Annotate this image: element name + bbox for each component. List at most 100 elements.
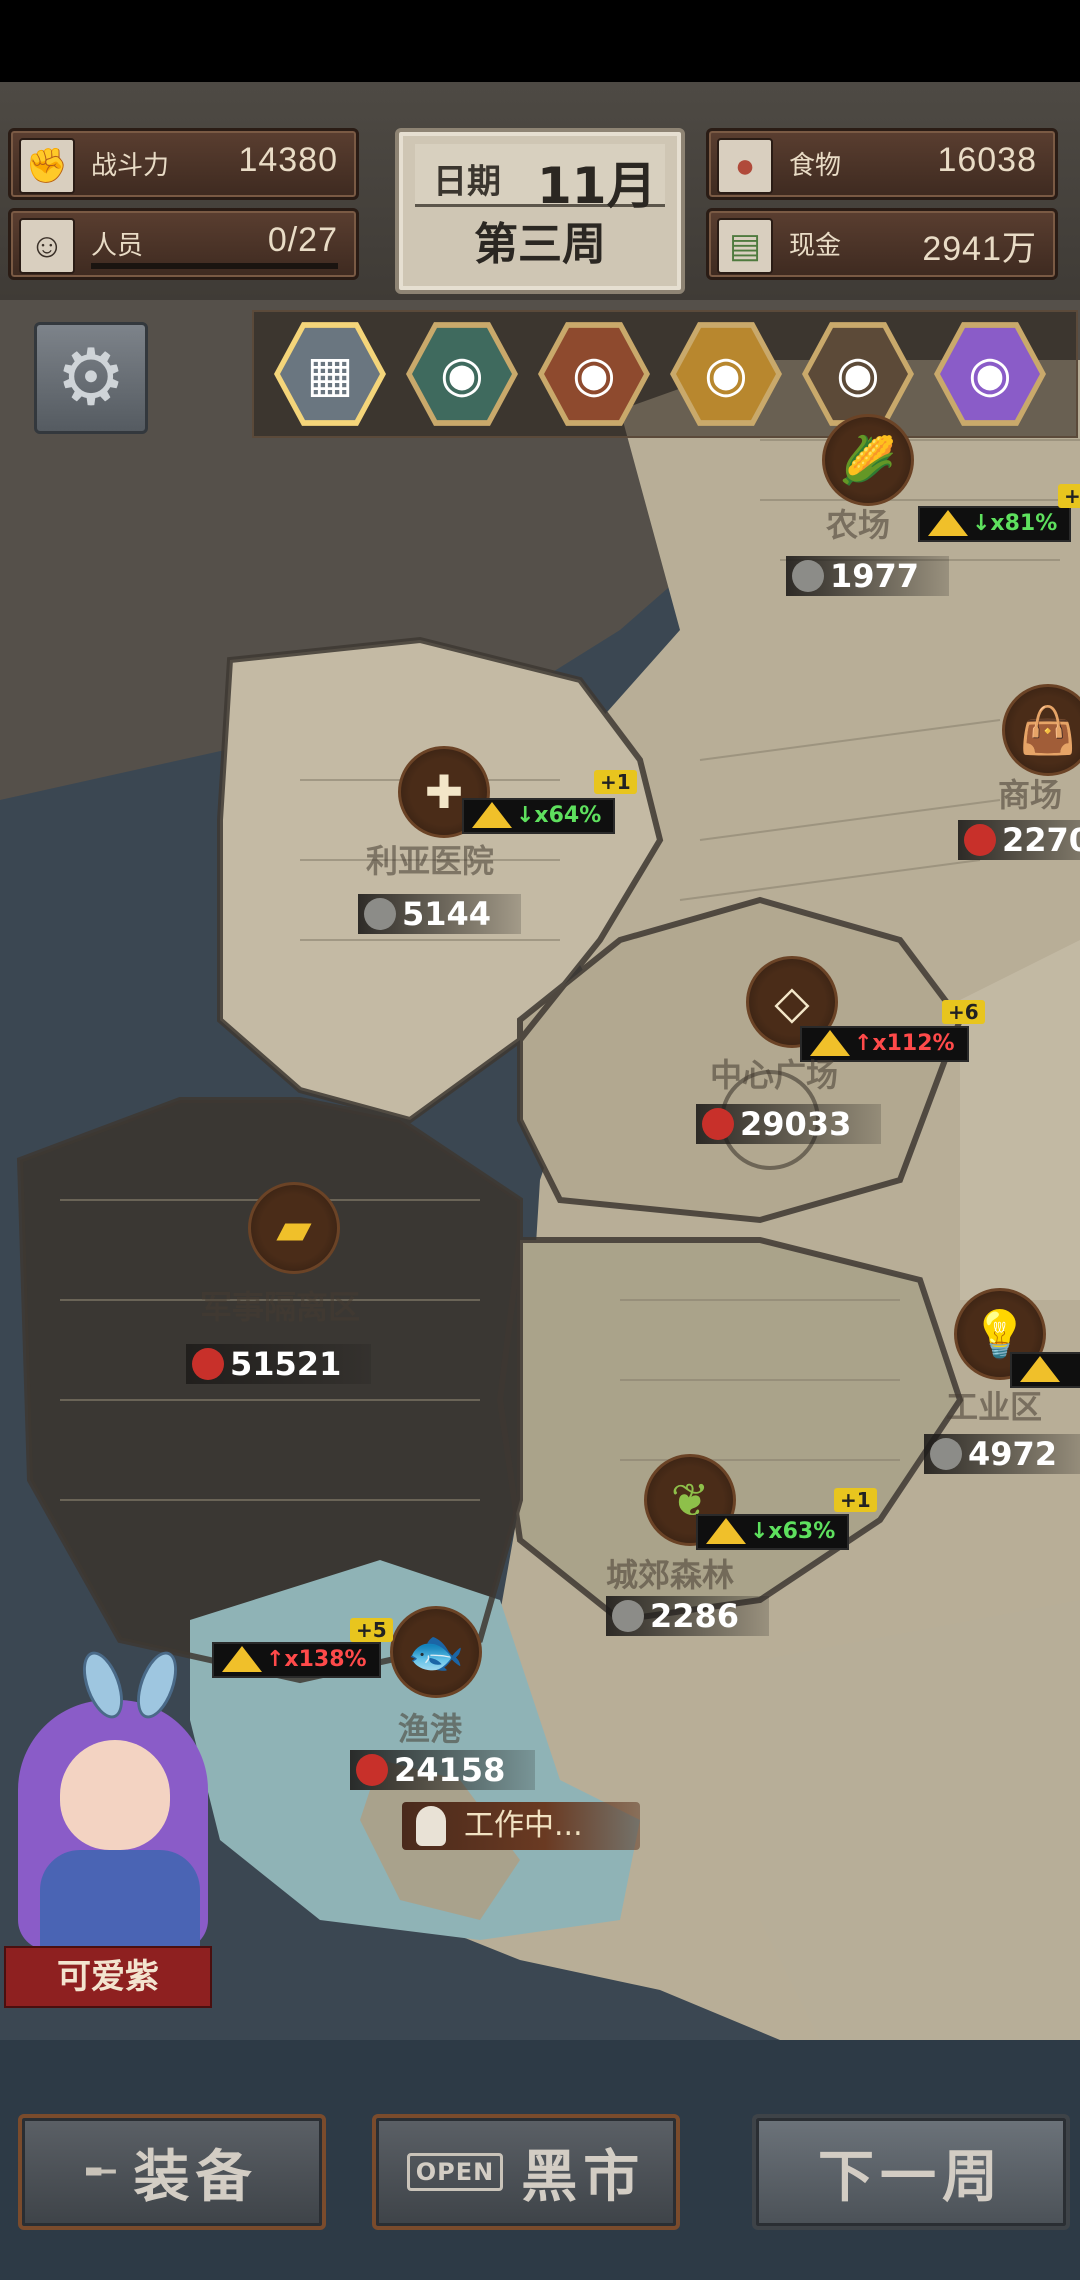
farm-danger-value: 1977 [786, 556, 950, 596]
military-danger-number: 51521 [230, 1345, 342, 1383]
character-base[interactable]: ▦ [274, 322, 386, 426]
building-icon: ▦ [280, 327, 380, 421]
medicine-bottle-icon: ✚ [424, 765, 464, 819]
military-danger-value: 51521 [186, 1344, 372, 1384]
farm-location-button[interactable]: 🌽 [822, 414, 914, 506]
bunny-ears-icon [75, 1646, 185, 1724]
military-location-button[interactable]: ▰ [248, 1182, 340, 1274]
combat-power-value: 14380 [238, 141, 338, 179]
fish-icon: 🐟 [407, 1624, 465, 1679]
companion-body [40, 1850, 200, 1950]
forest-plus-badge: +1 [834, 1488, 877, 1512]
hospital-trend-badge: ↓x64% [462, 798, 616, 834]
cash-panel: ▤ 现金 2941万 [706, 208, 1058, 280]
hospital-danger-value: 5144 [358, 894, 522, 934]
farm-danger-number: 1977 [830, 557, 920, 595]
month-value: 11月 [537, 157, 657, 215]
next-week-button[interactable]: 下一周 [752, 2114, 1070, 2230]
companion-name: 可爱紫 [4, 1946, 212, 2008]
hospital-danger-number: 5144 [402, 895, 492, 933]
person-icon: ☺ [19, 218, 75, 274]
staff-value: 0/27 [267, 221, 338, 259]
forest-name: 城郊森林 [606, 1556, 735, 1594]
harbor-trend-value: ↑x138% [266, 1647, 367, 1672]
farm-trend-value: ↓x81% [972, 511, 1058, 536]
equipment-button[interactable]: ╾ 装备 [18, 2114, 326, 2230]
hospital-trend-value: ↓x64% [516, 803, 602, 828]
working-status-badge: 工作中... [402, 1802, 640, 1850]
settings-button[interactable]: ⚙ [34, 322, 148, 434]
cash-value: 2941万 [922, 230, 1037, 268]
mall-danger-value: 2270 [958, 820, 1080, 860]
portrait-icon: ◉ [412, 327, 512, 421]
character-bar: ▦ ◉ ◉ ◉ ◉ ◉ [252, 310, 1078, 438]
military-name: 军事隔离区 [200, 1288, 361, 1326]
meat-icon: ● [717, 138, 773, 194]
forest-trend-value: ↓x63% [750, 1519, 836, 1544]
character-cap-boy[interactable]: ◉ [802, 322, 914, 426]
staff-label: 人员 [91, 230, 144, 260]
staff-panel: ☺ 人员 0/27 [8, 208, 359, 280]
industrial-name: 工业区 [946, 1388, 1043, 1426]
character-brown-hair-girl[interactable]: ◉ [538, 322, 650, 426]
date-panel: 日期 11月 第三周 [395, 128, 685, 294]
plaza-trend-value: ↑x112% [854, 1031, 955, 1056]
food-panel: ● 食物 16038 [706, 128, 1058, 200]
portrait-icon: ◉ [808, 327, 908, 421]
harbor-danger-number: 24158 [394, 1751, 506, 1789]
plaza-name: 中心广场 [710, 1056, 839, 1094]
character-purple-girl[interactable]: ◉ [934, 322, 1046, 426]
harbor-plus-badge: +5 [350, 1618, 393, 1642]
handbag-icon: 👜 [1019, 702, 1077, 757]
harbor-name: 渔港 [398, 1710, 463, 1748]
status-bar [0, 0, 1080, 82]
next-week-label: 下一周 [818, 2144, 1004, 2210]
date-label: 日期 [433, 162, 501, 202]
harbor-location-button[interactable]: 🐟 [390, 1606, 482, 1698]
forest-danger-value: 2286 [606, 1596, 770, 1636]
gold-bars-icon: ▰ [276, 1201, 312, 1255]
portrait-icon: ◉ [544, 327, 644, 421]
character-glasses-woman[interactable]: ◉ [406, 322, 518, 426]
farm-plus-badge: + [1058, 484, 1080, 508]
combat-power-panel: ✊ 战斗力 14380 [8, 128, 359, 200]
farm-trend-badge: ↓x81% [918, 506, 1072, 542]
mall-danger-number: 2270 [1002, 821, 1080, 859]
plaza-plus-badge: +6 [942, 1000, 985, 1024]
combat-power-label: 战斗力 [91, 150, 170, 180]
character-goggles-boy[interactable]: ◉ [670, 322, 782, 426]
cash-icon: ▤ [717, 218, 773, 274]
date-row: 日期 11月 [415, 144, 665, 215]
companion-portrait[interactable] [0, 1640, 250, 1950]
equipment-label: 装备 [133, 2144, 258, 2210]
black-market-button[interactable]: OPEN 黑市 [372, 2114, 680, 2230]
food-label: 食物 [789, 150, 842, 180]
open-sign-icon: OPEN [406, 2153, 504, 2191]
food-value: 16038 [937, 141, 1037, 179]
portrait-icon: ◉ [676, 327, 776, 421]
working-status-text: 工作中... [464, 1808, 583, 1843]
hospital-plus-badge: +1 [594, 770, 637, 794]
worker-icon [416, 1806, 446, 1846]
industrial-danger-number: 4972 [968, 1435, 1058, 1473]
portrait-icon: ◉ [940, 327, 1040, 421]
forest-trend-badge: ↓x63% [696, 1514, 850, 1550]
gear-icon: ⚙ [56, 333, 126, 423]
rifle-icon: ╾ [86, 2144, 116, 2200]
corn-icon: 🌽 [839, 432, 897, 487]
plaza-danger-number: 29033 [740, 1105, 852, 1143]
farm-name: 农场 [826, 506, 891, 544]
mall-name: 商场 [998, 776, 1063, 814]
necklace-icon: ◇ [774, 975, 810, 1029]
industrial-danger-value: 4972 [924, 1434, 1080, 1474]
companion-face [60, 1740, 170, 1850]
cash-label: 现金 [789, 230, 842, 260]
week-value: 第三周 [474, 219, 606, 270]
harbor-danger-value: 24158 [350, 1750, 536, 1790]
fist-icon: ✊ [19, 138, 75, 194]
black-market-label: 黑市 [521, 2144, 646, 2210]
hospital-name: 利亚医院 [366, 842, 495, 880]
forest-danger-number: 2286 [650, 1597, 740, 1635]
plaza-danger-value: 29033 [696, 1104, 882, 1144]
staff-progress-bar [91, 263, 338, 269]
